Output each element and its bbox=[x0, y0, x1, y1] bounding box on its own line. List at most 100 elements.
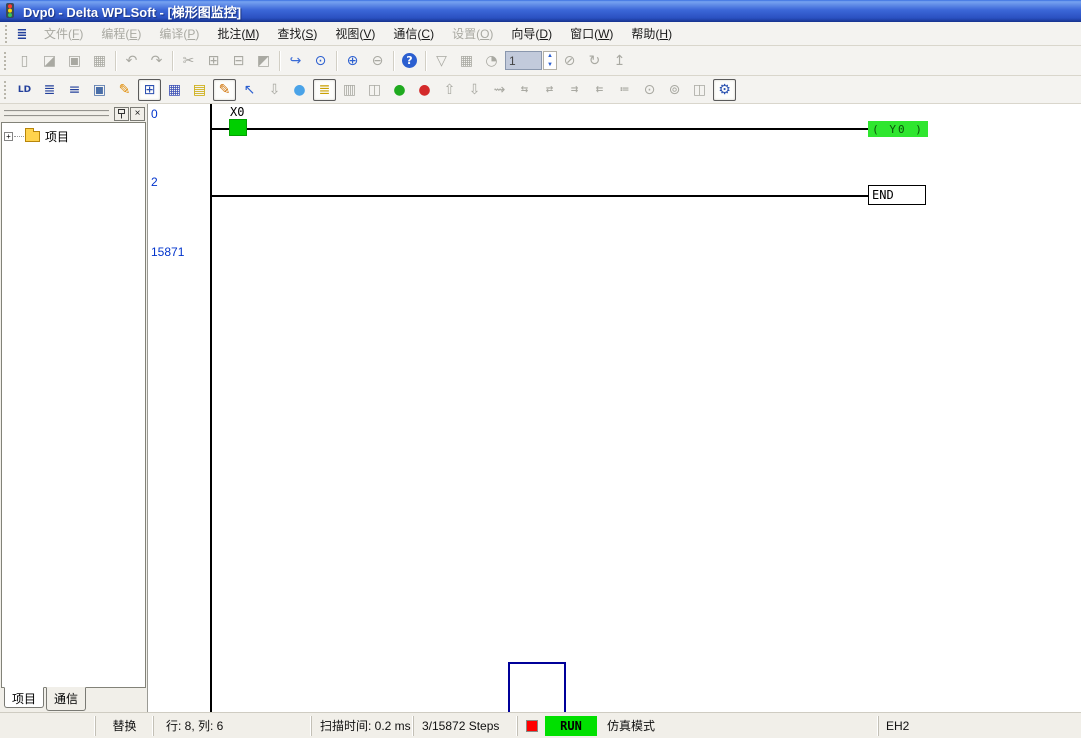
scan-clock-button[interactable]: ◔ bbox=[480, 50, 503, 72]
end-instruction[interactable]: END bbox=[868, 185, 926, 205]
search-ip-button[interactable]: ⊚ bbox=[663, 79, 686, 101]
pin-button[interactable] bbox=[114, 107, 129, 121]
ladder-cursor bbox=[508, 662, 566, 712]
expand-icon[interactable]: + bbox=[4, 132, 13, 141]
download-program-icon: ⇩ bbox=[469, 83, 481, 97]
menubar-grip[interactable] bbox=[5, 25, 10, 43]
contact-x0-on[interactable] bbox=[229, 119, 247, 136]
project-panel-header: × bbox=[0, 104, 147, 122]
monitor-row-input[interactable] bbox=[505, 51, 542, 70]
tab-communication[interactable]: 通信 bbox=[46, 687, 86, 711]
menu-wizard[interactable]: 向导(D) bbox=[502, 24, 561, 44]
redo-icon: ↷ bbox=[151, 54, 163, 68]
close-panel-button[interactable]: × bbox=[130, 107, 145, 121]
coil-y0-on[interactable]: ( Y0 ) bbox=[868, 121, 928, 137]
menu-help[interactable]: 帮助(H) bbox=[622, 24, 681, 44]
help-icon: ? bbox=[402, 53, 417, 68]
undo-button[interactable]: ↶ bbox=[120, 50, 143, 72]
ladder-view-button[interactable]: ≣ bbox=[38, 79, 61, 101]
find-button[interactable]: ⊙ bbox=[309, 50, 332, 72]
monitor-row-spinner[interactable]: ▲▼ bbox=[543, 51, 557, 70]
monitor-filter-icon: ▽ bbox=[436, 54, 447, 68]
communication-setting-icon: ▣ bbox=[93, 83, 106, 97]
paste-button[interactable]: ⊟ bbox=[227, 50, 250, 72]
upload-program-button[interactable]: ⇧ bbox=[438, 79, 461, 101]
contact-x0-label: X0 bbox=[230, 105, 244, 119]
menu-compile[interactable]: 编译(P) bbox=[150, 24, 208, 44]
search-module-button[interactable]: ⊙ bbox=[638, 79, 661, 101]
toolbar-grip[interactable] bbox=[4, 81, 9, 99]
menu-window[interactable]: 窗口(W) bbox=[561, 24, 622, 44]
comment-edit-icon: ▤ bbox=[193, 83, 206, 97]
tree-item-project[interactable]: + 项目 bbox=[4, 127, 143, 145]
rung2-wire bbox=[210, 195, 868, 197]
device-monitor-table-button[interactable]: ▥ bbox=[338, 79, 361, 101]
tree-connector bbox=[14, 136, 24, 137]
cut-button[interactable]: ✂ bbox=[177, 50, 200, 72]
simulator-icon: ⚙ bbox=[718, 83, 731, 97]
menu-communication[interactable]: 通信(C) bbox=[384, 24, 443, 44]
workspace-window-button[interactable]: ⊞ bbox=[138, 79, 161, 101]
menu-view[interactable]: 视图(V) bbox=[326, 24, 384, 44]
menu-options[interactable]: 设置(O) bbox=[443, 24, 502, 44]
stop-plc-button[interactable]: ● bbox=[413, 79, 436, 101]
download-program-button[interactable]: ⇩ bbox=[463, 79, 486, 101]
print-button[interactable]: ▦ bbox=[88, 50, 111, 72]
menu-file[interactable]: 文件(F) bbox=[35, 24, 92, 44]
menu-comment[interactable]: 批注(M) bbox=[208, 24, 268, 44]
erase-button[interactable]: ◩ bbox=[252, 50, 275, 72]
pause-monitor-button[interactable]: ⊘ bbox=[558, 50, 581, 72]
device-table-icon: ▦ bbox=[168, 83, 181, 97]
device-batch-monitor-button[interactable]: ▦ bbox=[455, 50, 478, 72]
status-bar: 替换 行: 8, 列: 6 扫描时间: 0.2 ms 3/15872 Steps… bbox=[0, 712, 1081, 738]
communication-setting-button[interactable]: ▣ bbox=[88, 79, 111, 101]
monitor-filter-button[interactable]: ▽ bbox=[430, 50, 453, 72]
ladder-to-code-button[interactable]: ⇆ bbox=[513, 79, 536, 101]
paste-icon: ⊟ bbox=[233, 54, 245, 68]
save-button[interactable]: ▣ bbox=[63, 50, 86, 72]
ladder-editor[interactable]: 0 2 15871 X0 ( Y0 ) END bbox=[148, 104, 1081, 712]
help-button[interactable]: ? bbox=[398, 50, 421, 72]
edit-mode-button[interactable]: ✎ bbox=[113, 79, 136, 101]
transfer-in-button[interactable]: ⇇ bbox=[588, 79, 611, 101]
comment-edit-button[interactable]: ▤ bbox=[188, 79, 211, 101]
ladder-monitor-pen-button[interactable]: ✎ bbox=[213, 79, 236, 101]
ladder-monitoring-icon: ≣ bbox=[319, 83, 331, 97]
new-button[interactable]: ▯ bbox=[13, 50, 36, 72]
device-force-button[interactable]: ↖ bbox=[238, 79, 261, 101]
instruction-list-view-button[interactable]: LD bbox=[13, 79, 36, 101]
download-monitor-button[interactable]: ⇩ bbox=[263, 79, 286, 101]
sfc-view-button[interactable]: ≡ bbox=[63, 79, 86, 101]
ladder-to-code-icon: ⇆ bbox=[521, 83, 529, 97]
run-plc-button[interactable]: ● bbox=[388, 79, 411, 101]
ladder-monitoring-button[interactable]: ≣ bbox=[313, 79, 336, 101]
menu-programming[interactable]: 编程(E) bbox=[92, 24, 150, 44]
panel-drag-handle[interactable] bbox=[4, 110, 109, 117]
code-to-ladder-button[interactable]: ⇄ bbox=[538, 79, 561, 101]
zoom-out-button[interactable]: ⊖ bbox=[366, 50, 389, 72]
redo-button[interactable]: ↷ bbox=[145, 50, 168, 72]
menu-search[interactable]: 查找(S) bbox=[268, 24, 326, 44]
tab-project[interactable]: 项目 bbox=[4, 687, 44, 708]
history-window-button[interactable]: ◫ bbox=[363, 79, 386, 101]
hint-lightbulb-button[interactable]: ● bbox=[288, 79, 311, 101]
return-step-button[interactable]: ↥ bbox=[608, 50, 631, 72]
ladder-monitor-window-icon[interactable]: ≣ bbox=[13, 26, 31, 42]
transfer-out-button[interactable]: ⇉ bbox=[563, 79, 586, 101]
copy-button[interactable]: ⊞ bbox=[202, 50, 225, 72]
toolbar-grip[interactable] bbox=[4, 52, 9, 70]
register-editor-button[interactable]: ≔ bbox=[613, 79, 636, 101]
goto-button[interactable]: ↪ bbox=[284, 50, 307, 72]
run-plc-icon: ● bbox=[393, 83, 405, 97]
pin-icon bbox=[117, 109, 126, 119]
overwrite-mode-status: 替换 bbox=[95, 716, 153, 736]
search-ip-icon: ⊚ bbox=[669, 83, 681, 97]
device-table-button[interactable]: ▦ bbox=[163, 79, 186, 101]
open-button[interactable]: ◪ bbox=[38, 50, 61, 72]
simulator-button[interactable]: ⚙ bbox=[713, 79, 736, 101]
online-mode-button[interactable]: ⇝ bbox=[488, 79, 511, 101]
folder-icon bbox=[25, 131, 40, 142]
refresh-button[interactable]: ↻ bbox=[583, 50, 606, 72]
network-monitor-button[interactable]: ◫ bbox=[688, 79, 711, 101]
zoom-in-button[interactable]: ⊕ bbox=[341, 50, 364, 72]
